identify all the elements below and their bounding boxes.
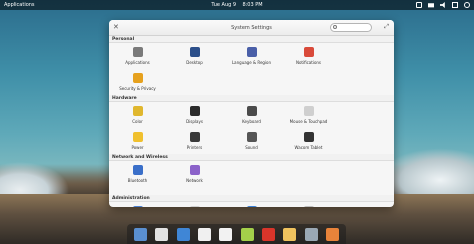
search-icon bbox=[333, 25, 337, 29]
universal-access-icon bbox=[246, 206, 257, 207]
bluetooth-icon bbox=[132, 165, 143, 175]
settings-item-universal-access[interactable]: Universal Access bbox=[223, 202, 280, 207]
color-icon bbox=[132, 106, 143, 116]
multitasking-icon[interactable] bbox=[134, 227, 148, 241]
settings-row: Security & Privacy bbox=[109, 69, 394, 95]
top-panel: Applications Tue Aug 9 8:03 PM bbox=[0, 0, 474, 10]
dock bbox=[127, 224, 346, 244]
photos-icon[interactable] bbox=[283, 227, 297, 241]
sound-icon bbox=[246, 132, 257, 142]
settings-item-power[interactable]: Power bbox=[109, 128, 166, 154]
settings-row: Bluetooth Network bbox=[109, 161, 394, 195]
settings-item-label: Color bbox=[132, 119, 143, 124]
volume-indicator-icon[interactable] bbox=[440, 2, 445, 8]
settings-item-label: Desktop bbox=[186, 60, 203, 65]
settings-item-color[interactable]: Color bbox=[109, 102, 166, 128]
panel-clock[interactable]: Tue Aug 9 8:03 PM bbox=[0, 0, 474, 10]
settings-item-bluetooth[interactable]: Bluetooth bbox=[109, 161, 166, 195]
network-indicator-icon[interactable] bbox=[416, 2, 422, 8]
displays-icon bbox=[189, 106, 200, 116]
titlebar: ✕ System Settings ⤢ bbox=[109, 20, 394, 36]
settings-item-printers[interactable]: Printers bbox=[166, 128, 223, 154]
settings-item-about[interactable]: About bbox=[109, 202, 166, 207]
files-icon[interactable] bbox=[155, 227, 169, 241]
language-icon bbox=[246, 47, 257, 57]
mail-icon[interactable] bbox=[198, 227, 212, 241]
installer-icon[interactable] bbox=[325, 227, 339, 241]
settings-item-clock[interactable]: Date & Time bbox=[166, 202, 223, 207]
section-header: Network and Wireless bbox=[109, 154, 394, 161]
keyboard-icon bbox=[246, 106, 257, 116]
network-icon bbox=[189, 165, 200, 175]
videos-icon[interactable] bbox=[261, 227, 275, 241]
section-header: Personal bbox=[109, 36, 394, 43]
about-icon bbox=[132, 206, 143, 207]
mail-indicator-icon[interactable] bbox=[428, 3, 434, 8]
settings-item-label: Displays bbox=[186, 119, 203, 124]
clock-time: 8:03 PM bbox=[242, 2, 263, 8]
notifications-icon bbox=[303, 47, 314, 57]
settings-item-label: Wacom Tablet bbox=[294, 145, 323, 150]
wacom-icon bbox=[303, 132, 314, 142]
settings-item-label: Printers bbox=[186, 145, 203, 150]
clock-icon bbox=[189, 206, 200, 207]
printers-icon bbox=[189, 132, 200, 142]
settings-item-language[interactable]: Language & Region bbox=[223, 43, 280, 69]
settings-item-mouse[interactable]: Mouse & Touchpad bbox=[280, 102, 337, 128]
settings-item-label: Sound bbox=[245, 145, 258, 150]
clock-date: Tue Aug 9 bbox=[211, 2, 237, 8]
settings-item-displays[interactable]: Displays bbox=[166, 102, 223, 128]
settings-item-label: Applications bbox=[125, 60, 150, 65]
calendar-icon[interactable] bbox=[219, 227, 233, 241]
system-settings-window: ✕ System Settings ⤢ Personal Applications… bbox=[109, 20, 394, 207]
settings-item-label: Bluetooth bbox=[127, 178, 148, 183]
settings-item-label: Security & Privacy bbox=[119, 86, 156, 91]
search-input[interactable] bbox=[330, 23, 372, 32]
settings-item-user-accounts[interactable]: User Accounts bbox=[280, 202, 337, 207]
applications-icon bbox=[132, 47, 143, 57]
settings-item-label: Notifications bbox=[295, 60, 322, 65]
settings-row: Color Displays Keyboard Mouse & Touchpad bbox=[109, 102, 394, 128]
settings-item-wacom[interactable]: Wacom Tablet bbox=[280, 128, 337, 154]
settings-item-lock[interactable]: Security & Privacy bbox=[109, 69, 166, 95]
user-accounts-icon bbox=[303, 206, 314, 207]
settings-item-notifications[interactable]: Notifications bbox=[280, 43, 337, 69]
settings-item-keyboard[interactable]: Keyboard bbox=[223, 102, 280, 128]
mouse-icon bbox=[303, 106, 314, 116]
settings-row: Applications Desktop Language & Region Noti… bbox=[109, 43, 394, 69]
settings-icon[interactable] bbox=[304, 227, 318, 241]
maximize-icon[interactable]: ⤢ bbox=[384, 23, 389, 31]
section-header: Administration bbox=[109, 195, 394, 202]
settings-item-label: Mouse & Touchpad bbox=[289, 119, 328, 124]
settings-item-label: Keyboard bbox=[242, 119, 261, 124]
settings-item-network[interactable]: Network bbox=[166, 161, 223, 195]
desktop-icon bbox=[189, 47, 200, 57]
settings-item-applications[interactable]: Applications bbox=[109, 43, 166, 69]
lock-icon bbox=[132, 73, 143, 83]
settings-content: Personal Applications Desktop Language & Re… bbox=[109, 36, 394, 207]
settings-row: AboutDate & TimeUniversal AccessUser Acc… bbox=[109, 202, 394, 207]
settings-item-label: Network bbox=[186, 178, 203, 183]
settings-row: Power Printers Sound Wacom Tablet bbox=[109, 128, 394, 154]
settings-item-desktop[interactable]: Desktop bbox=[166, 43, 223, 69]
section-header: Hardware bbox=[109, 95, 394, 102]
settings-item-sound[interactable]: Sound bbox=[223, 128, 280, 154]
music-icon[interactable] bbox=[240, 227, 254, 241]
settings-item-label: Language & Region bbox=[231, 60, 272, 65]
browser-icon[interactable] bbox=[176, 227, 190, 241]
settings-item-label: Power bbox=[131, 145, 144, 150]
power-indicator-icon[interactable] bbox=[464, 2, 470, 8]
power-icon bbox=[132, 132, 143, 142]
battery-indicator-icon[interactable] bbox=[452, 2, 458, 8]
